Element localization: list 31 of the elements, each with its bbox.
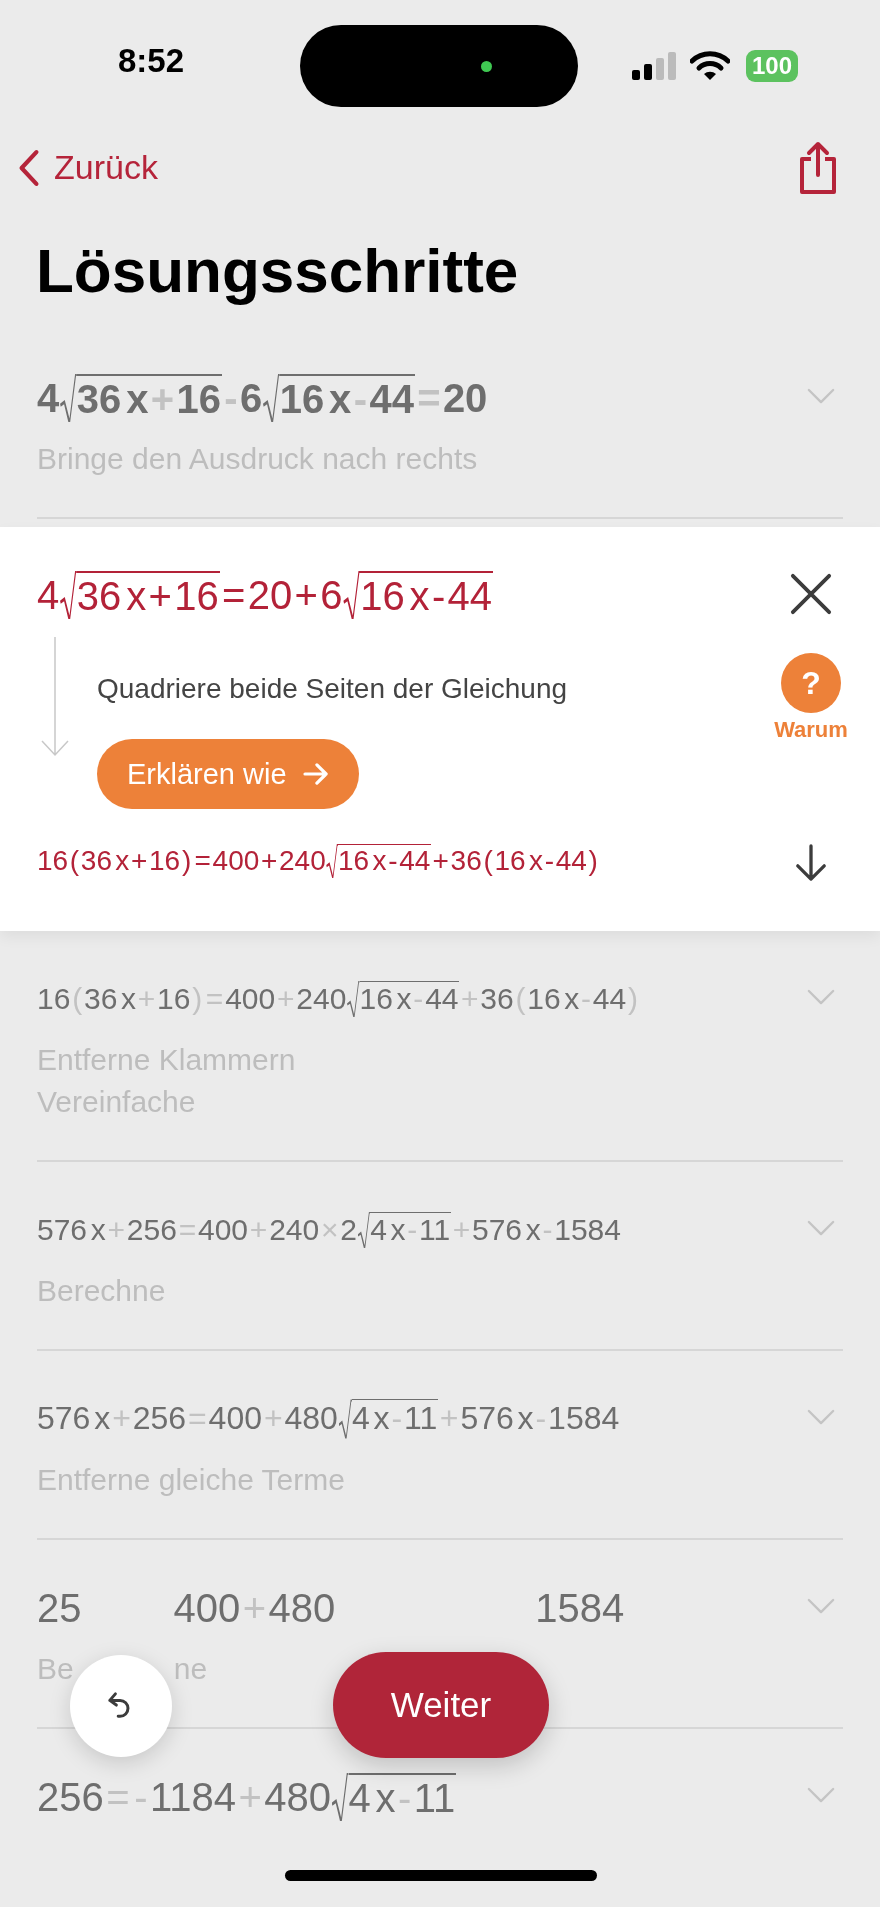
- chevron-down-icon[interactable]: [807, 1598, 835, 1615]
- page-title: Lösungsschritte: [35, 235, 520, 307]
- question-icon: ?: [781, 653, 841, 713]
- wifi-icon: [690, 51, 730, 81]
- chevron-down-icon[interactable]: [807, 989, 835, 1006]
- chevron-down-icon[interactable]: [807, 1220, 835, 1237]
- arrow-right-icon: [302, 763, 329, 785]
- equation: 4 36x+16=20+6 16x-44: [37, 569, 494, 622]
- battery-indicator: 100: [746, 50, 799, 82]
- equation: 4 36x+16-6 16x-44=20: [37, 372, 489, 425]
- share-icon[interactable]: [798, 140, 838, 195]
- chevron-left-icon: [18, 148, 40, 187]
- equation: 16(36x+16)=400+240 16x-44+36(16x-44): [37, 831, 766, 891]
- chevron-down-icon[interactable]: [807, 388, 835, 405]
- signal-icon: [632, 52, 676, 80]
- chevron-down-icon[interactable]: [807, 1787, 835, 1804]
- arrow-down-icon[interactable]: [794, 843, 828, 883]
- equation: 576x+256=400+240×2 4x-11+576x-1584: [37, 1200, 807, 1260]
- equation: 576x+256=400+480 4x-11+576x-1584: [37, 1398, 621, 1441]
- why-button[interactable]: ? Warum: [774, 653, 848, 743]
- next-button[interactable]: Weiter: [333, 1652, 549, 1758]
- equation: 16(36x+16)=400+240 16x-44+36(16x-44): [37, 969, 807, 1029]
- close-icon[interactable]: [790, 573, 832, 615]
- equation: 25 400+480 1584: [37, 1584, 626, 1632]
- explain-button[interactable]: Erklären wie: [97, 739, 359, 809]
- step-description: Quadriere beide Seiten der Gleichung: [97, 672, 568, 706]
- status-time: 8:52: [118, 42, 185, 80]
- back-button[interactable]: Zurück: [18, 148, 158, 187]
- why-label: Warum: [774, 717, 848, 743]
- equation: 256=-1184+480 4x-11: [37, 1771, 457, 1824]
- chevron-down-icon[interactable]: [807, 1409, 835, 1426]
